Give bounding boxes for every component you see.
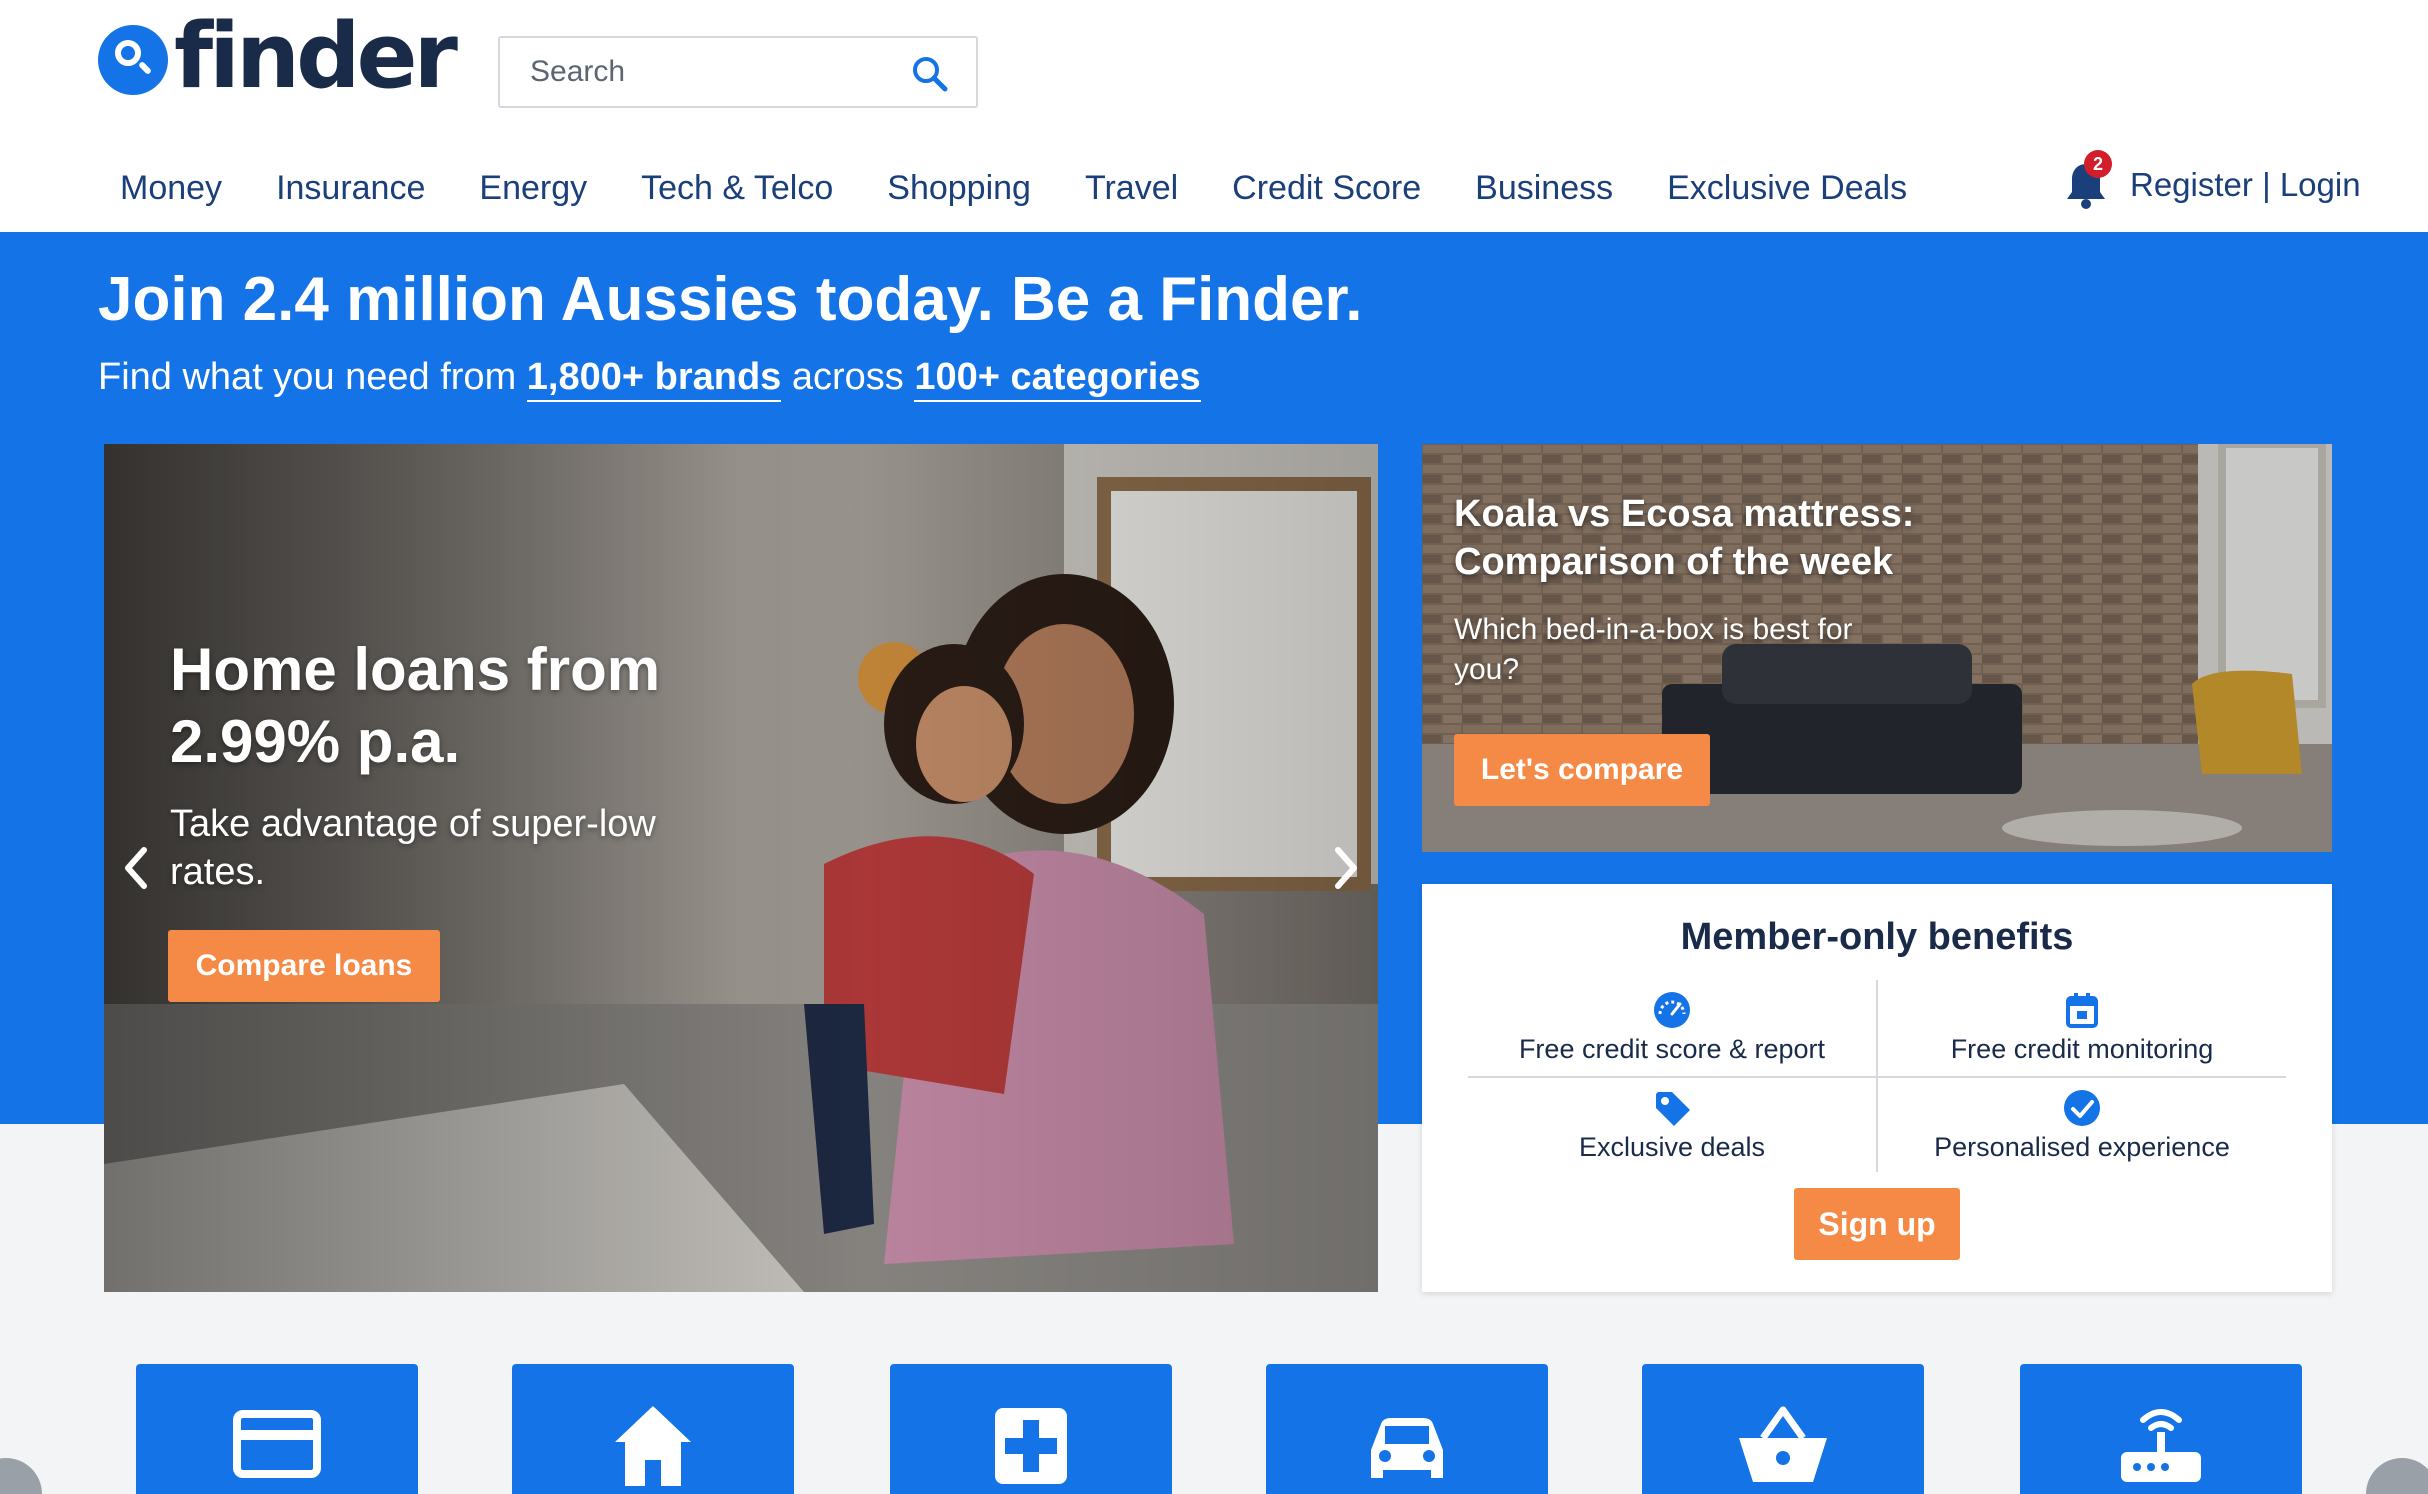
logo-magnifier-icon <box>98 25 168 95</box>
carousel-description: Take advantage of super-low rates. <box>170 803 656 893</box>
categories-link[interactable]: 100+ categories <box>914 356 1201 402</box>
category-tile-health[interactable] <box>890 1364 1172 1494</box>
home-loans-carousel: Home loans from 2.99% p.a. Take advantag… <box>104 444 1378 1292</box>
sign-up-button[interactable]: Sign up <box>1794 1188 1960 1260</box>
nav-item-insurance[interactable]: Insurance <box>276 169 425 208</box>
lets-compare-button[interactable]: Let's compare <box>1454 734 1710 806</box>
gauge-icon <box>1654 992 1690 1028</box>
compare-loans-button[interactable]: Compare loans <box>168 930 440 1002</box>
search-input[interactable] <box>530 52 890 92</box>
benefit-label: Free credit monitoring <box>1950 1034 2214 1064</box>
auth-separator: | <box>2262 166 2271 203</box>
hero-headline: Join 2.4 million Aussies today. Be a Fin… <box>98 265 1363 334</box>
tag-icon <box>1656 1092 1690 1126</box>
tiles-prev-button[interactable] <box>0 1458 42 1494</box>
nav-item-tech-telco[interactable]: Tech & Telco <box>641 169 833 208</box>
car-icon <box>1371 1418 1443 1478</box>
main-nav: Money Insurance Energy Tech & Telco Shop… <box>120 160 1961 216</box>
category-tile-car[interactable] <box>1266 1364 1548 1494</box>
subline-middle: across <box>781 356 915 398</box>
shopping-basket-icon <box>1739 1406 1827 1482</box>
site-header: finder Money Insurance Energy Tech & Tel… <box>0 0 2428 232</box>
benefits-grid: Free credit score & report Free credit m… <box>1468 980 2286 1172</box>
hero-subline: Find what you need from 1,800+ brands ac… <box>98 356 1201 402</box>
logo-wordmark: finder <box>174 4 458 109</box>
router-icon <box>2121 1409 2201 1482</box>
nav-item-exclusive-deals[interactable]: Exclusive Deals <box>1667 169 1907 208</box>
mattress-promo-card[interactable]: Koala vs Ecosa mattress: Comparison of t… <box>1422 444 2332 852</box>
benefit-personalised: Personalised experience <box>1878 1078 2286 1174</box>
auth-links: Register | Login <box>2130 166 2361 204</box>
carousel-next-icon[interactable] <box>1326 838 1366 898</box>
finder-logo[interactable]: finder <box>98 4 458 109</box>
credit-card-icon <box>233 1410 321 1478</box>
promo-description: Which bed-in-a-box is best for you? <box>1454 613 1853 686</box>
benefit-label: Free credit score & report <box>1518 1034 1826 1064</box>
home-icon <box>615 1406 691 1486</box>
tiles-next-button[interactable] <box>2366 1458 2428 1494</box>
benefit-exclusive-deals: Exclusive deals <box>1468 1078 1876 1174</box>
login-link[interactable]: Login <box>2280 166 2361 203</box>
search-icon[interactable] <box>910 54 950 94</box>
register-link[interactable]: Register <box>2130 166 2253 203</box>
carousel-prev-icon[interactable] <box>116 838 156 898</box>
health-cross-icon <box>995 1408 1067 1484</box>
search-box[interactable] <box>498 36 978 108</box>
category-tile-credit-cards[interactable] <box>136 1364 418 1494</box>
brands-link[interactable]: 1,800+ brands <box>526 356 782 402</box>
benefit-label: Exclusive deals <box>1578 1132 1766 1162</box>
member-benefits-card: Member-only benefits Free credit score &… <box>1422 884 2332 1292</box>
nav-item-travel[interactable]: Travel <box>1085 169 1178 208</box>
check-circle-icon <box>2064 1090 2100 1126</box>
notification-badge: 2 <box>2084 150 2112 178</box>
carousel-title: Home loans from 2.99% p.a. <box>170 636 661 775</box>
benefit-label: Personalised experience <box>1934 1132 2230 1162</box>
promo-title: Koala vs Ecosa mattress: Comparison of t… <box>1454 493 1915 583</box>
calendar-icon <box>2066 993 2098 1028</box>
nav-item-shopping[interactable]: Shopping <box>887 169 1031 208</box>
nav-item-business[interactable]: Business <box>1475 169 1613 208</box>
benefits-title: Member-only benefits <box>1680 916 2074 958</box>
category-tile-internet[interactable] <box>2020 1364 2302 1494</box>
benefit-credit-score: Free credit score & report <box>1468 980 1876 1076</box>
nav-item-energy[interactable]: Energy <box>479 169 587 208</box>
subline-prefix: Find what you need from <box>98 356 527 398</box>
benefit-credit-monitoring: Free credit monitoring <box>1878 980 2286 1076</box>
nav-item-money[interactable]: Money <box>120 169 222 208</box>
category-tile-shopping[interactable] <box>1642 1364 1924 1494</box>
category-tile-home[interactable] <box>512 1364 794 1494</box>
nav-item-credit-score[interactable]: Credit Score <box>1232 169 1421 208</box>
